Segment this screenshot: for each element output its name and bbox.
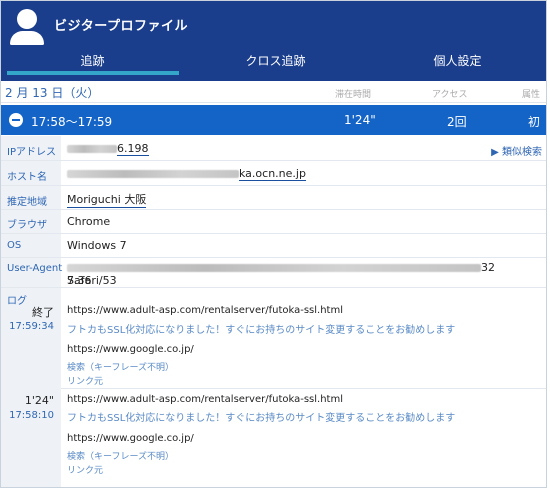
referrer-search-phrase: 検索（キーフレーズ不明） <box>67 452 175 462</box>
user-agent-value-line2: 7.36 <box>67 274 92 287</box>
region-label: 推定地域 <box>7 197 47 208</box>
os-row: OS Windows 7 <box>1 234 546 258</box>
user-avatar-icon <box>7 7 47 45</box>
app-title: ビジタープロファイル <box>54 19 188 34</box>
visitor-profile-window: ビジタープロファイル 追跡 クロス追跡 個人設定 2 月 13 日（火） 滞在時… <box>0 0 547 488</box>
column-stay-time: 滞在時間 <box>335 90 372 100</box>
session-bar[interactable]: 17:58〜17:59 1'24" 2回 初 <box>1 105 546 135</box>
active-tab-indicator <box>7 71 179 75</box>
referrer-url[interactable]: https://www.google.co.jp/ <box>67 344 194 355</box>
host-row: ホスト名 ka.ocn.ne.jp <box>1 161 546 186</box>
referrer-link-label: リンク元 <box>67 377 104 387</box>
log-label: ログ <box>7 296 27 307</box>
log-entry-time: 17:58:10 <box>9 410 54 421</box>
log-divider <box>61 388 546 389</box>
ip-value: 6.198 <box>117 142 149 156</box>
user-agent-row: User-Agent 32 Safari/53 7.36 <box>1 258 546 288</box>
tab-cross-tracking[interactable]: クロス追跡 <box>184 47 367 79</box>
collapse-icon[interactable] <box>9 113 23 127</box>
ip-label: IPアドレス <box>7 147 56 158</box>
app-header: ビジタープロファイル 追跡 クロス追跡 個人設定 <box>1 1 546 81</box>
user-agent-label: User-Agent <box>7 263 63 274</box>
browser-value: Chrome <box>67 215 111 228</box>
referrer-search-phrase: 検索（キーフレーズ不明） <box>67 363 175 373</box>
date-header: 2 月 13 日（火） 滞在時間 アクセス 属性 <box>1 81 546 103</box>
host-label: ホスト名 <box>7 172 47 183</box>
log-entry-time: 17:59:34 <box>9 321 54 332</box>
redacted-ip <box>67 145 117 153</box>
referrer-link-label: リンク元 <box>67 466 104 476</box>
region-row: 推定地域 Moriguchi 大阪 <box>1 186 546 210</box>
session-access-count: 2回 <box>447 115 467 129</box>
similar-search-link[interactable]: ▶ 類似検索 <box>491 143 542 158</box>
redacted-host <box>67 170 239 178</box>
ip-row: IPアドレス 6.198 ▶ 類似検索 <box>1 136 546 161</box>
host-value: ka.ocn.ne.jp <box>239 167 306 181</box>
column-attribute: 属性 <box>522 90 541 100</box>
browser-row: ブラウザ Chrome <box>1 210 546 234</box>
browser-label: ブラウザ <box>7 220 47 231</box>
tab-personal-settings[interactable]: 個人設定 <box>367 47 546 79</box>
log-entry-status: 終了 <box>32 306 54 319</box>
log-entry-status: 1'24" <box>24 394 54 407</box>
session-first-visit-badge: 初 <box>528 115 541 129</box>
page-title: フトカもSSL化対応になりました！すぐにお持ちのサイト変更することをお勧めします <box>67 413 456 424</box>
column-access: アクセス <box>432 90 468 100</box>
page-url[interactable]: https://www.adult-asp.com/rentalserver/f… <box>67 305 343 316</box>
page-url[interactable]: https://www.adult-asp.com/rentalserver/f… <box>67 394 343 405</box>
page-title: フトカもSSL化対応になりました！すぐにお持ちのサイト変更することをお勧めします <box>67 325 456 336</box>
date-label: 2 月 13 日（火） <box>5 86 100 100</box>
region-value[interactable]: Moriguchi 大阪 <box>67 191 147 208</box>
os-label: OS <box>7 240 22 251</box>
redacted-user-agent <box>67 264 481 272</box>
referrer-url[interactable]: https://www.google.co.jp/ <box>67 433 194 444</box>
os-value: Windows 7 <box>67 239 127 252</box>
session-duration: 1'24" <box>344 113 376 127</box>
session-time-range: 17:58〜17:59 <box>31 115 113 129</box>
